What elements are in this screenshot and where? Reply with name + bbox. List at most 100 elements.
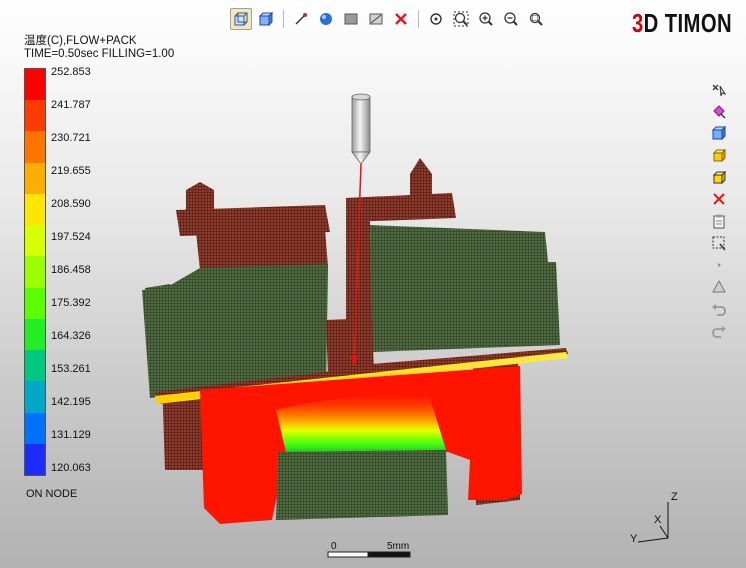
cube-blue-button[interactable] bbox=[709, 124, 729, 142]
cube-yellow-outline-button[interactable] bbox=[709, 168, 729, 186]
axis-triad: Z X Y bbox=[620, 488, 680, 548]
brand-logo: 3D TIMON bbox=[632, 8, 732, 39]
logo-text: D TIMON bbox=[643, 8, 733, 38]
left-inner-wall bbox=[196, 228, 328, 270]
model-canvas[interactable] bbox=[0, 0, 746, 568]
injector-cap bbox=[351, 93, 371, 101]
pick-color-icon bbox=[713, 105, 726, 119]
legend-color-bar bbox=[24, 68, 46, 476]
cube-yellow-icon bbox=[712, 148, 727, 163]
solid-view-icon bbox=[258, 11, 274, 27]
legend-value: 164.326 bbox=[51, 330, 91, 342]
clipboard-icon bbox=[713, 214, 725, 229]
injector-body bbox=[351, 96, 371, 153]
mini-arrow-icon bbox=[718, 263, 721, 267]
logo-accent: 3 bbox=[632, 8, 644, 38]
legend-value: 241.787 bbox=[51, 99, 91, 111]
legend-value: 142.195 bbox=[51, 396, 91, 408]
rotate-button[interactable] bbox=[425, 8, 447, 30]
mesh-view-button[interactable] bbox=[230, 8, 252, 30]
pointer-x-icon bbox=[712, 84, 727, 97]
result-status: TIME=0.50sec FILLING=1.00 bbox=[24, 48, 175, 60]
cone-icon bbox=[712, 279, 726, 293]
right-boss bbox=[410, 158, 432, 198]
legend-value: 219.655 bbox=[51, 165, 91, 177]
legend-band bbox=[25, 350, 45, 382]
close-x-button[interactable] bbox=[709, 190, 729, 208]
cube-yellow-outline-icon bbox=[712, 170, 727, 185]
legend-band bbox=[25, 131, 45, 163]
legend-value: 230.721 bbox=[51, 132, 91, 144]
select-grid-icon bbox=[712, 236, 726, 251]
clipboard-button[interactable] bbox=[709, 212, 729, 230]
zoom-out-icon bbox=[504, 12, 518, 26]
injector-tip bbox=[351, 151, 371, 165]
legend-band bbox=[25, 162, 45, 194]
sphere-render-button[interactable] bbox=[315, 8, 337, 30]
toolbar-separator bbox=[418, 10, 419, 28]
legend-band bbox=[25, 412, 45, 444]
toolbar-separator bbox=[283, 10, 284, 28]
legend-value: 153.261 bbox=[51, 363, 91, 375]
legend-band bbox=[25, 287, 45, 319]
zoom-fit-icon bbox=[453, 11, 469, 27]
legend-value: 208.590 bbox=[51, 198, 91, 210]
rotate-icon bbox=[430, 13, 442, 25]
viewport-3d[interactable]: 3D TIMON 温度(C),FLOW+PACK TIME=0.50sec FI… bbox=[0, 0, 746, 568]
grid-plane-button[interactable] bbox=[340, 8, 362, 30]
clip-box-icon bbox=[369, 13, 383, 25]
axis-x-label: X bbox=[654, 514, 662, 526]
pick-color-button[interactable] bbox=[709, 102, 729, 120]
undo-button[interactable] bbox=[709, 300, 729, 318]
cone-button[interactable] bbox=[709, 278, 729, 296]
cube-blue-icon bbox=[711, 125, 727, 141]
legend-footer: ON NODE bbox=[26, 488, 78, 500]
zoom-window-icon bbox=[529, 12, 543, 26]
redo-button[interactable] bbox=[709, 322, 729, 340]
probe-tool-button[interactable] bbox=[290, 8, 312, 30]
legend-band bbox=[25, 381, 45, 413]
legend-band bbox=[25, 318, 45, 351]
cube-yellow-button[interactable] bbox=[709, 146, 729, 164]
zoom-fit-button[interactable] bbox=[450, 8, 472, 30]
close-x-icon bbox=[713, 193, 725, 205]
front-lower-block bbox=[276, 450, 448, 520]
mini-arrow-button[interactable] bbox=[709, 256, 729, 274]
zoom-out-button[interactable] bbox=[500, 8, 522, 30]
legend-band bbox=[25, 100, 45, 132]
grid-plane-icon bbox=[344, 13, 358, 25]
axis-y-label: Y bbox=[630, 533, 638, 545]
legend-band bbox=[25, 256, 45, 288]
zoom-window-button[interactable] bbox=[525, 8, 547, 30]
legend-value: 131.129 bbox=[51, 429, 91, 441]
legend-band bbox=[25, 193, 45, 226]
legend-value: 120.063 bbox=[51, 462, 91, 474]
left-boss bbox=[186, 182, 214, 214]
axis-z-label: Z bbox=[671, 491, 678, 503]
solid-view-button[interactable] bbox=[255, 8, 277, 30]
sphere-render-icon bbox=[320, 13, 332, 25]
legend-band bbox=[25, 225, 45, 257]
right-block bbox=[370, 225, 560, 352]
view-toolbar bbox=[230, 6, 547, 32]
clip-box-button[interactable] bbox=[365, 8, 387, 30]
delete-icon bbox=[395, 13, 407, 25]
legend-value: 175.392 bbox=[51, 297, 91, 309]
mesh-view-icon bbox=[234, 12, 248, 26]
redo-icon bbox=[712, 326, 726, 338]
delete-button[interactable] bbox=[390, 8, 412, 30]
scale-bar: 0 5mm bbox=[327, 541, 413, 558]
legend-value: 197.524 bbox=[51, 231, 91, 243]
legend-value: 186.458 bbox=[51, 264, 91, 276]
pointer-x-button[interactable] bbox=[709, 80, 729, 98]
zoom-in-button[interactable] bbox=[475, 8, 497, 30]
zoom-in-icon bbox=[479, 12, 493, 26]
legend-value: 252.853 bbox=[51, 66, 91, 78]
select-grid-button[interactable] bbox=[709, 234, 729, 252]
result-title: 温度(C),FLOW+PACK bbox=[24, 35, 137, 47]
scale-ruler bbox=[327, 551, 411, 558]
legend-band bbox=[25, 69, 45, 101]
undo-icon bbox=[712, 304, 726, 316]
probe-tool-icon bbox=[295, 13, 307, 25]
legend-band bbox=[25, 443, 45, 476]
